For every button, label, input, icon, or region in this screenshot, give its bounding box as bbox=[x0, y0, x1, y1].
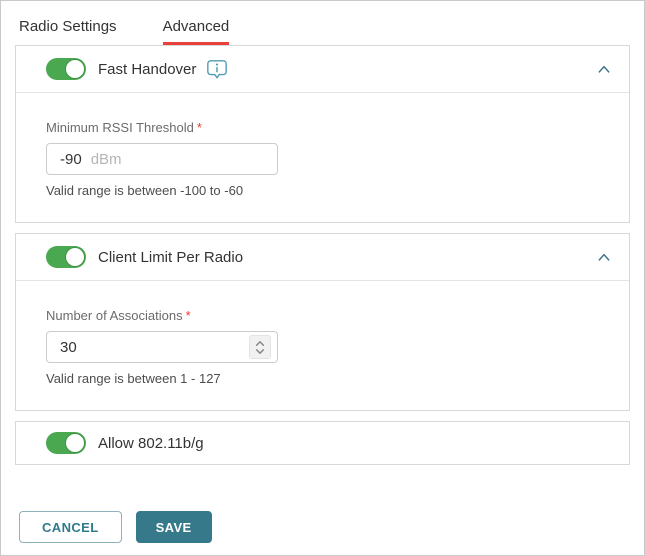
client-limit-card: Client Limit Per Radio Number of Associa… bbox=[15, 233, 630, 411]
info-tooltip-icon[interactable] bbox=[206, 59, 228, 80]
toggle-knob bbox=[65, 247, 85, 267]
rssi-threshold-label: Minimum RSSI Threshold * bbox=[46, 120, 202, 135]
allow-bg-card: Allow 802.11b/g bbox=[15, 421, 630, 465]
allow-bg-toggle[interactable] bbox=[46, 432, 86, 454]
client-limit-label: Client Limit Per Radio bbox=[98, 248, 244, 266]
fast-handover-header: Fast Handover bbox=[16, 46, 629, 92]
chevron-up-icon[interactable] bbox=[597, 63, 611, 75]
tab-radio-settings[interactable]: Radio Settings bbox=[19, 18, 117, 45]
associations-input-value: 30 bbox=[60, 338, 77, 356]
minimum-rssi-input[interactable]: -90 dBm bbox=[46, 143, 278, 175]
advanced-settings-panel: Radio Settings Advanced Fast Handover Mi… bbox=[0, 0, 645, 556]
associations-valid-range-text: Valid range is between 1 - 127 bbox=[46, 371, 221, 386]
toggle-knob bbox=[65, 433, 85, 453]
required-marker: * bbox=[196, 120, 202, 135]
associations-input[interactable]: 30 bbox=[46, 331, 278, 363]
save-button[interactable]: SAVE bbox=[135, 511, 212, 543]
fast-handover-body: Minimum RSSI Threshold * -90 dBm Valid ra… bbox=[16, 92, 629, 222]
tab-advanced[interactable]: Advanced bbox=[162, 18, 230, 45]
number-stepper-icon[interactable] bbox=[249, 335, 271, 359]
client-limit-header: Client Limit Per Radio bbox=[16, 234, 629, 280]
tab-bar: Radio Settings Advanced bbox=[1, 1, 644, 45]
fast-handover-toggle[interactable] bbox=[46, 58, 86, 80]
rssi-input-unit: dBm bbox=[90, 150, 122, 168]
fast-handover-label: Fast Handover bbox=[98, 60, 197, 78]
associations-label: Number of Associations * bbox=[46, 308, 191, 323]
client-limit-body: Number of Associations * 30 Valid range i… bbox=[16, 280, 629, 410]
allow-bg-header: Allow 802.11b/g bbox=[16, 422, 629, 464]
toggle-knob bbox=[65, 59, 85, 79]
rssi-input-value: -90 bbox=[60, 150, 82, 168]
fast-handover-card: Fast Handover Minimum RSSI Threshold * -9… bbox=[15, 45, 630, 223]
chevron-up-icon[interactable] bbox=[597, 251, 611, 263]
required-marker: * bbox=[185, 308, 191, 323]
footer-actions: CANCEL SAVE bbox=[19, 511, 212, 543]
client-limit-toggle[interactable] bbox=[46, 246, 86, 268]
allow-bg-label: Allow 802.11b/g bbox=[98, 434, 204, 452]
cancel-button[interactable]: CANCEL bbox=[19, 511, 122, 543]
rssi-valid-range-text: Valid range is between -100 to -60 bbox=[46, 183, 244, 198]
